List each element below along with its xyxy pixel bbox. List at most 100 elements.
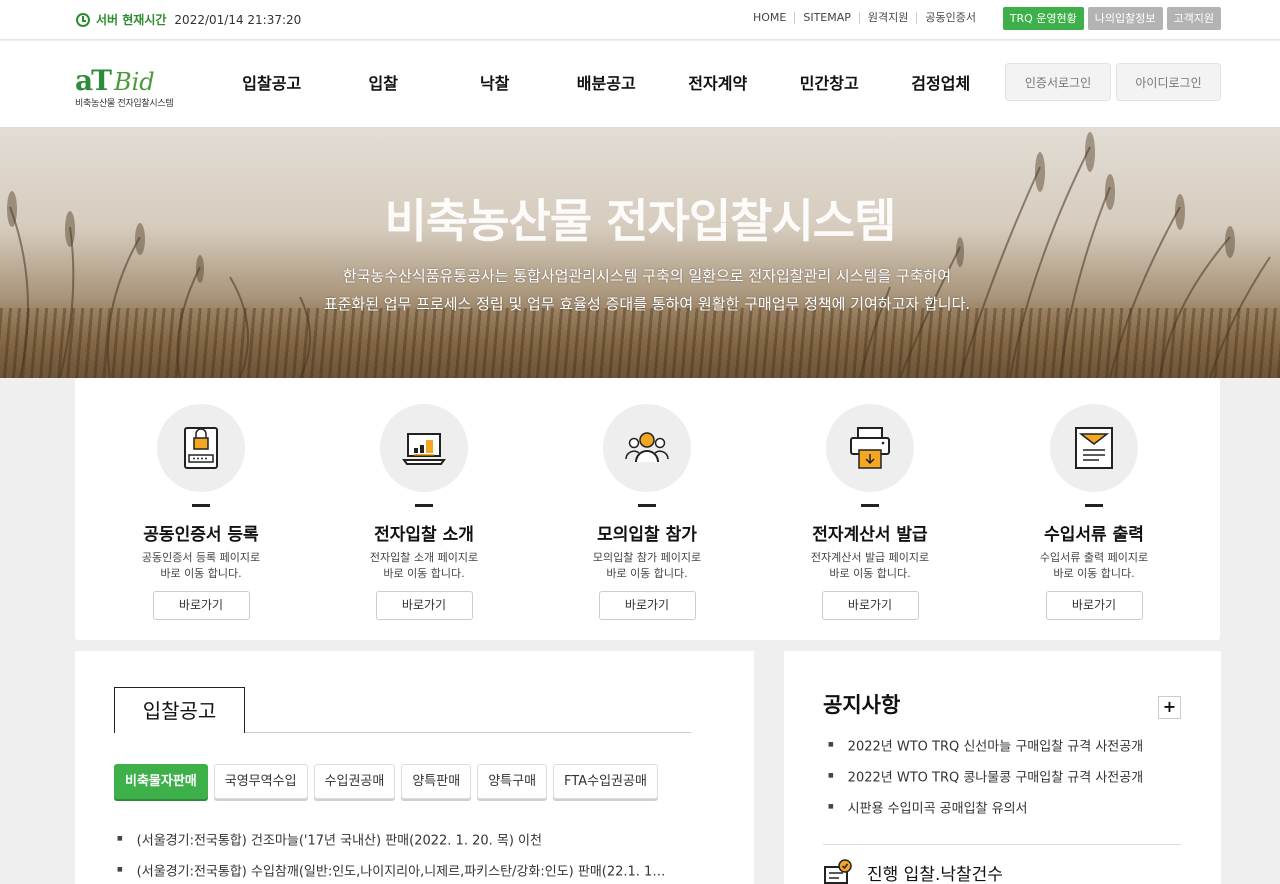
server-time-label: 서버 현재시간 [96,13,167,27]
nav-bid[interactable]: 입찰 [328,70,440,94]
quick-link-e-invoice: 전자계산서 발급 전자계산서 발급 페이지로 바로 이동 합니다. 바로가기 [759,404,981,620]
my-bid-info-button[interactable]: 나의입찰정보 [1087,7,1163,30]
category-tab-state-trade-import[interactable]: 국영무역수입 [213,764,308,799]
go-button[interactable]: 바로가기 [598,591,696,620]
quick-link-desc-line-2: 바로 이동 합니다. [606,567,688,580]
quick-link-description: 수입서류 출력 페이지로 바로 이동 합니다. [983,550,1205,582]
bid-count-icon [824,859,852,884]
sitemap-link[interactable]: SITEMAP [794,12,859,24]
server-time: 2022/01/14 21:37:20 [174,12,302,27]
bid-notice-panel: 입찰공고 비축물자판매 국영무역수입 수입권공매 양특판매 양특구매 FTA수입… [75,651,754,884]
quick-link-desc-line-1: 전자계산서 발급 페이지로 [810,551,930,564]
go-button[interactable]: 바로가기 [821,591,919,620]
quick-link-mock-bid: 모의입찰 참가 모의입찰 참가 페이지로 바로 이동 합니다. 바로가기 [536,404,758,620]
quick-link-title: 공동인증서 등록 [143,525,259,545]
wheat-stalks-decoration [7,132,1271,378]
list-item[interactable]: 2022년 WTO TRQ 신선마늘 구매입찰 규격 사전공개 [828,737,1188,768]
category-tab-import-right-auction[interactable]: 수입권공매 [313,764,396,799]
hero-banner: 비축농산물 전자입찰시스템 한국농수산식품유통공사는 통합사업관리시스템 구축의… [0,127,1280,378]
quick-link-desc-line-2: 바로 이동 합니다. [1053,567,1135,580]
joint-certificate-link[interactable]: 공동인증서 [916,12,984,24]
list-item[interactable]: 시판용 수입미곡 공매입찰 유의서 [828,799,1188,830]
logo-mark: aT Bid [75,64,173,97]
people-icon[interactable] [603,404,691,492]
main-nav: 입찰공고 입찰 낙찰 배분공고 전자계약 민간창고 검정업체 [216,70,997,94]
printer-icon[interactable] [826,404,914,492]
category-tab-grain-special-purchase[interactable]: 양특구매 [477,764,548,799]
site-logo[interactable]: aT Bid 비축농산물 전자입찰시스템 [75,64,174,109]
quick-link-certificate: 공동인증서 등록 공동인증서 등록 페이지로 바로 이동 합니다. 바로가기 [90,404,312,620]
utility-links: HOME SITEMAP 원격지원 공동인증서 [745,12,984,24]
server-clock: 서버 현재시간 2022/01/14 21:37:20 [76,11,301,28]
list-item[interactable]: 2022년 WTO TRQ 콩나물콩 구매입찰 규격 사전공개 [828,768,1188,799]
id-login-button[interactable]: 아이디로그인 [1116,63,1221,101]
quick-link-title: 전자계산서 발급 [812,525,928,545]
notice-title: 공지사항 [823,693,901,717]
nav-private-warehouse[interactable]: 민간창고 [774,70,886,94]
notice-more-button[interactable]: + [1158,696,1181,719]
hero-description-line-1: 한국농수산식품유통공사는 통합사업관리시스템 구축의 일환으로 전자입찰관리 시… [342,267,952,285]
divider [823,844,1181,845]
logo-subtitle: 비축농산물 전자입찰시스템 [75,99,174,109]
bid-notice-tab[interactable]: 입찰공고 [114,687,245,733]
clock-icon [76,12,90,27]
nav-e-contract[interactable]: 전자계약 [662,70,774,94]
quick-link-description: 전자입찰 소개 페이지로 바로 이동 합니다. [313,550,535,582]
quick-link-desc-line-2: 바로 이동 합니다. [383,567,465,580]
category-tab-stockpile-sale[interactable]: 비축물자판매 [114,764,208,799]
divider [192,504,210,507]
quick-link-description: 전자계산서 발급 페이지로 바로 이동 합니다. [759,550,981,582]
category-tab-grain-special-sale[interactable]: 양특판매 [401,764,472,799]
quick-link-desc-line-1: 모의입찰 참가 페이지로 [592,551,702,564]
hero-title: 비축농산물 전자입찰시스템 [384,194,897,248]
quick-link-import-documents: 수입서류 출력 수입서류 출력 페이지로 바로 이동 합니다. 바로가기 [983,404,1205,620]
progress-count-section: 진행 입찰.낙찰건수 [823,859,1003,884]
logo-at-text: aT [75,64,112,97]
divider [861,504,879,507]
quick-link-title: 수입서류 출력 [1044,525,1144,545]
nav-bid-notice[interactable]: 입찰공고 [216,70,328,94]
quick-links-panel: 공동인증서 등록 공동인증서 등록 페이지로 바로 이동 합니다. 바로가기 전… [75,378,1220,640]
home-link[interactable]: HOME [745,12,794,24]
notice-panel: 공지사항 + 2022년 WTO TRQ 신선마늘 구매입찰 규격 사전공개 2… [784,651,1221,884]
certificate-icon[interactable] [157,404,245,492]
tab-underline [245,732,691,733]
nav-allocation-notice[interactable]: 배분공고 [551,70,663,94]
logo-bid-text: Bid [113,68,155,96]
top-utility-bar: 서버 현재시간 2022/01/14 21:37:20 HOME SITEMAP… [0,0,1280,40]
trq-status-button[interactable]: TRQ 운영현황 [1002,7,1084,30]
certificate-login-button[interactable]: 인증서로그인 [1005,63,1111,101]
remote-support-link[interactable]: 원격지원 [858,12,916,24]
divider [638,504,656,507]
hero-description: 한국농수산식품유통공사는 통합사업관리시스템 구축의 일환으로 전자입찰관리 시… [0,262,1280,318]
quick-link-title: 전자입찰 소개 [374,525,474,545]
quick-link-description: 공동인증서 등록 페이지로 바로 이동 합니다. [90,550,312,582]
go-button[interactable]: 바로가기 [152,591,250,620]
divider [1085,504,1103,507]
notice-list: 2022년 WTO TRQ 신선마늘 구매입찰 규격 사전공개 2022년 WT… [828,737,1188,830]
category-tab-fta-import-right-auction[interactable]: FTA수입권공매 [553,764,658,799]
quick-link-desc-line-2: 바로 이동 합니다. [160,567,242,580]
go-button[interactable]: 바로가기 [375,591,473,620]
quick-link-desc-line-2: 바로 이동 합니다. [829,567,911,580]
bid-category-tabs: 비축물자판매 국영무역수입 수입권공매 양특판매 양특구매 FTA수입권공매 [114,764,658,799]
customer-support-button[interactable]: 고객지원 [1166,7,1221,30]
utility-buttons: TRQ 운영현황 나의입찰정보 고객지원 [1002,7,1221,30]
quick-link-title: 모의입찰 참가 [597,525,697,545]
document-icon[interactable] [1050,404,1138,492]
list-item[interactable]: (서울경기:전국통합) 건조마늘('17년 국내산) 판매(2022. 1. 2… [117,831,697,862]
quick-link-desc-line-1: 수입서류 출력 페이지로 [1039,551,1149,564]
quick-link-description: 모의입찰 참가 페이지로 바로 이동 합니다. [536,550,758,582]
main-header: aT Bid 비축농산물 전자입찰시스템 입찰공고 입찰 낙찰 배분공고 전자계… [0,41,1280,127]
login-buttons: 인증서로그인 아이디로그인 [1005,63,1221,101]
bid-notice-list: (서울경기:전국통합) 건조마늘('17년 국내산) 판매(2022. 1. 2… [117,831,697,884]
nav-inspection-company[interactable]: 검정업체 [885,70,997,94]
go-button[interactable]: 바로가기 [1045,591,1143,620]
progress-count-label: 진행 입찰.낙찰건수 [867,864,1003,884]
quick-link-e-bid-intro: 전자입찰 소개 전자입찰 소개 페이지로 바로 이동 합니다. 바로가기 [313,404,535,620]
hero-description-line-2: 표준화된 업무 프로세스 정립 및 업무 효율성 증대를 통하여 원활한 구매업… [323,295,971,313]
nav-award[interactable]: 낙찰 [439,70,551,94]
laptop-chart-icon[interactable] [380,404,468,492]
quick-link-desc-line-1: 전자입찰 소개 페이지로 [369,551,479,564]
list-item[interactable]: (서울경기:전국통합) 수입참깨(일반:인도,나이지리아,니제르,파키스탄/강화… [117,862,697,884]
